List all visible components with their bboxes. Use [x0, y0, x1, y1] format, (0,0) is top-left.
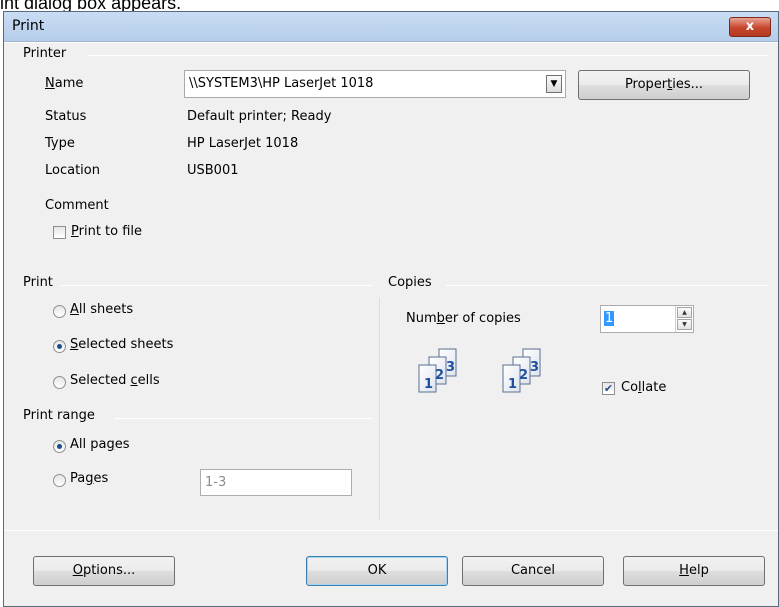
options-button[interactable]: Options... [33, 556, 175, 586]
radio-selected-dot [57, 344, 62, 349]
spin-up-icon[interactable]: ▲ [677, 307, 692, 318]
collate-pages-icon: 3 2 1 [418, 348, 457, 393]
bottom-separator [4, 530, 778, 531]
print-to-file-checkbox[interactable] [53, 226, 66, 239]
dialog-title: Print [12, 18, 45, 34]
all-sheets-radio[interactable] [53, 305, 66, 318]
page-number-3: 3 [446, 360, 455, 375]
print-range-separator [114, 418, 373, 419]
page-number-1: 1 [508, 377, 517, 392]
collate-label[interactable]: Collate [621, 380, 666, 395]
printer-section-title: Printer [23, 46, 67, 61]
column-separator [379, 298, 380, 520]
printer-separator [88, 55, 768, 56]
copies-spin-buttons[interactable]: ▲ ▼ [675, 306, 693, 332]
status-label: Status [45, 109, 87, 124]
print-dialog: Print x Printer Name \\SYSTEM3\HP LaserJ… [3, 11, 779, 607]
collate-checkbox[interactable]: ✔ [602, 382, 615, 395]
spin-down-icon[interactable]: ▼ [677, 319, 692, 330]
page-number-2: 2 [519, 368, 528, 383]
all-pages-label[interactable]: All pages [70, 437, 130, 452]
close-button[interactable]: x [729, 17, 771, 37]
radio-selected-dot [57, 444, 62, 449]
pages-radio[interactable] [53, 474, 66, 487]
ok-button[interactable]: OK [306, 556, 448, 586]
location-value: USB001 [187, 163, 239, 178]
location-label: Location [45, 163, 100, 178]
printer-name-value: \\SYSTEM3\HP LaserJet 1018 [189, 76, 374, 91]
page-number-3: 3 [530, 360, 539, 375]
copies-separator [446, 285, 768, 286]
properties-button[interactable]: Properties... [578, 70, 750, 100]
collate-pages-icon: 3 2 1 [502, 348, 541, 393]
page-number-2: 2 [435, 368, 444, 383]
print-to-file-label[interactable]: Print to file [71, 224, 142, 239]
pages-input[interactable]: 1-3 [200, 469, 352, 496]
collated-set-two: 3 2 1 [502, 348, 541, 393]
chevron-down-icon[interactable]: ▼ [546, 75, 562, 93]
page-number-1: 1 [424, 377, 433, 392]
type-value: HP LaserJet 1018 [187, 136, 299, 151]
copies-spinner[interactable]: 1 ▲ ▼ [600, 305, 694, 333]
name-label: Name [45, 76, 84, 91]
help-button[interactable]: Help [623, 556, 765, 586]
printer-name-select[interactable]: \\SYSTEM3\HP LaserJet 1018 ▼ [184, 70, 566, 98]
number-of-copies-label: Number of copies [406, 311, 521, 326]
dialog-body: Printer Name \\SYSTEM3\HP LaserJet 1018 … [4, 43, 778, 606]
all-pages-radio[interactable] [53, 440, 66, 453]
type-label: Type [45, 136, 75, 151]
print-range-section-title: Print range [23, 408, 95, 423]
title-bar: Print x [4, 12, 778, 42]
close-icon: x [745, 19, 755, 34]
selected-cells-radio[interactable] [53, 376, 66, 389]
pages-label[interactable]: Pages [70, 471, 108, 486]
all-sheets-label[interactable]: All sheets [70, 302, 133, 317]
selected-cells-label[interactable]: Selected cells [70, 373, 160, 388]
pages-input-value: 1-3 [205, 475, 227, 490]
copies-section-title: Copies [388, 275, 432, 290]
copies-value: 1 [604, 311, 615, 326]
comment-label: Comment [45, 198, 109, 213]
selected-sheets-label[interactable]: Selected sheets [70, 337, 173, 352]
print-section-title: Print [23, 275, 53, 290]
collated-set-one: 3 2 1 [418, 348, 457, 393]
selected-sheets-radio[interactable] [53, 340, 66, 353]
print-separator [60, 285, 373, 286]
cancel-button[interactable]: Cancel [462, 556, 604, 586]
status-value: Default printer; Ready [187, 109, 332, 124]
checkmark-icon: ✔ [603, 382, 614, 395]
